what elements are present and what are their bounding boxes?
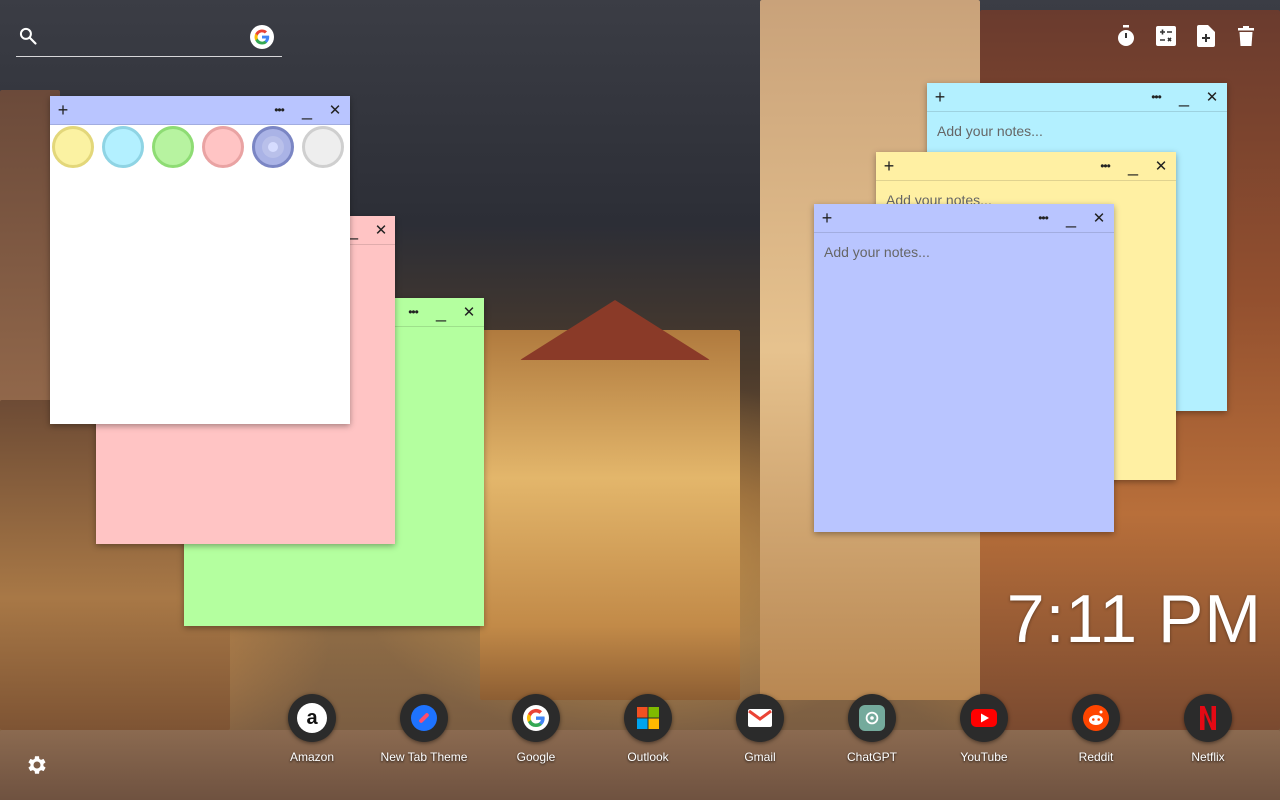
minimize-icon[interactable]: _ xyxy=(430,298,452,326)
shortcut-label: Netflix xyxy=(1191,750,1225,764)
color-swatch-green[interactable] xyxy=(152,126,194,168)
minimize-icon[interactable]: _ xyxy=(296,96,318,124)
search-bar xyxy=(16,22,282,57)
close-icon[interactable]: ✕ xyxy=(1201,83,1223,111)
color-swatch-yellow[interactable] xyxy=(52,126,94,168)
search-icon[interactable] xyxy=(18,26,38,46)
shortcut-dock: a Amazon New Tab Theme Google Outlook Gmail Ch… xyxy=(0,694,1280,774)
shortcut-google[interactable]: Google xyxy=(486,694,586,764)
center-roof xyxy=(520,300,710,360)
stopwatch-icon[interactable] xyxy=(1116,24,1136,48)
reddit-icon[interactable] xyxy=(1072,694,1120,742)
add-note-icon[interactable] xyxy=(1196,24,1216,48)
close-icon[interactable]: ✕ xyxy=(370,216,392,244)
minimize-icon[interactable]: _ xyxy=(1122,152,1144,180)
close-icon[interactable]: ✕ xyxy=(1150,152,1172,180)
close-icon[interactable]: ✕ xyxy=(1088,204,1110,232)
shortcut-netflix[interactable]: Netflix xyxy=(1158,694,1258,764)
gmail-icon[interactable] xyxy=(736,694,784,742)
note-header: + ••• _ ✕ xyxy=(876,152,1176,181)
shortcut-youtube[interactable]: YouTube xyxy=(934,694,1034,764)
note-header: + ••• _ ✕ xyxy=(927,83,1227,112)
close-icon[interactable]: ✕ xyxy=(324,96,346,124)
minimize-icon[interactable]: _ xyxy=(1173,83,1195,111)
shortcut-label: ChatGPT xyxy=(846,750,897,764)
gear-icon[interactable] xyxy=(24,753,48,777)
shortcut-chatgpt[interactable]: ChatGPT xyxy=(822,694,922,764)
google-search-icon[interactable] xyxy=(250,25,274,49)
note-placeholder[interactable]: Add your notes... xyxy=(937,123,1043,139)
shortcut-outlook[interactable]: Outlook xyxy=(598,694,698,764)
netflix-icon[interactable] xyxy=(1184,694,1232,742)
color-swatch-cyan[interactable] xyxy=(102,126,144,168)
shortcut-label: Amazon xyxy=(289,750,335,764)
more-options-icon[interactable]: ••• xyxy=(1094,152,1116,180)
outlook-icon[interactable] xyxy=(624,694,672,742)
sticky-note-blue[interactable]: + ••• _ ✕ Add your notes... xyxy=(814,204,1114,532)
more-options-icon[interactable]: ••• xyxy=(1145,83,1167,111)
top-toolbar xyxy=(1116,24,1256,48)
amazon-icon[interactable]: a xyxy=(288,694,336,742)
shortcut-label: Google xyxy=(516,750,556,764)
add-note-icon[interactable]: + xyxy=(816,204,838,232)
shortcut-label: YouTube xyxy=(960,750,1008,764)
note-header: + ••• _ ✕ xyxy=(814,204,1114,233)
selected-indicator xyxy=(268,142,278,152)
clock: 7:11 PM xyxy=(1006,581,1262,657)
color-swatch-white[interactable] xyxy=(302,126,344,168)
search-input[interactable] xyxy=(50,26,244,50)
note-placeholder[interactable]: Add your notes... xyxy=(824,244,930,260)
calculator-icon[interactable] xyxy=(1156,24,1176,48)
trash-icon[interactable] xyxy=(1236,24,1256,48)
add-note-icon[interactable]: + xyxy=(929,83,951,111)
more-options-icon[interactable]: ••• xyxy=(1032,204,1054,232)
close-icon[interactable]: ✕ xyxy=(458,298,480,326)
sticky-note-white[interactable]: + ••• _ ✕ xyxy=(50,96,350,424)
more-options-icon[interactable]: ••• xyxy=(402,298,424,326)
shortcut-reddit[interactable]: Reddit xyxy=(1046,694,1146,764)
youtube-icon[interactable] xyxy=(960,694,1008,742)
shortcut-label: New Tab Theme xyxy=(380,750,468,764)
color-swatch-blue[interactable] xyxy=(252,126,294,168)
shortcut-label: Gmail xyxy=(744,750,776,764)
new-tab-theme-icon[interactable] xyxy=(400,694,448,742)
google-icon[interactable] xyxy=(512,694,560,742)
add-note-icon[interactable]: + xyxy=(52,96,74,124)
shortcut-new-tab-theme[interactable]: New Tab Theme xyxy=(374,694,474,764)
center-house xyxy=(480,330,740,700)
note-header: + ••• _ ✕ xyxy=(50,96,350,125)
add-note-icon[interactable]: + xyxy=(878,152,900,180)
shortcut-label: Outlook xyxy=(627,750,669,764)
color-swatch-pink[interactable] xyxy=(202,126,244,168)
minimize-icon[interactable]: _ xyxy=(1060,204,1082,232)
shortcut-gmail[interactable]: Gmail xyxy=(710,694,810,764)
more-options-icon[interactable]: ••• xyxy=(268,96,290,124)
chatgpt-icon[interactable] xyxy=(848,694,896,742)
shortcut-label: Reddit xyxy=(1078,750,1114,764)
shortcut-amazon[interactable]: a Amazon xyxy=(262,694,362,764)
